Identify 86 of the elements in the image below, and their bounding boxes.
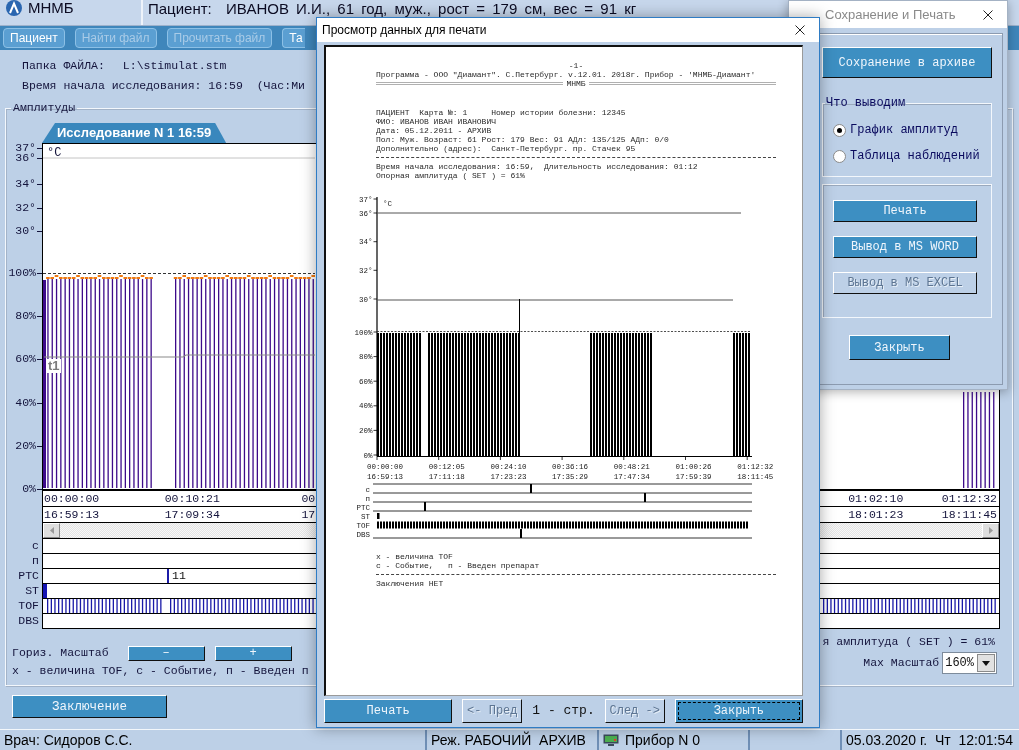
- elapsed-time-label: 00: [301, 492, 316, 506]
- radio-option[interactable]: Таблица наблюдений: [833, 146, 991, 166]
- y-axis-label: 60%: [15, 354, 36, 364]
- page-counter: 1 - стр.: [532, 703, 595, 719]
- y-axis-label: 36°: [15, 153, 36, 163]
- event-mark: [167, 569, 169, 583]
- elapsed-time-label: 01:02:10: [848, 492, 904, 506]
- marker-label: t1: [47, 359, 61, 373]
- clock-time-label: 18:11:45: [941, 508, 997, 522]
- row-label: TOF: [18, 598, 39, 614]
- y-axis-label: 32°: [15, 203, 36, 213]
- patient-info-line: Дата: 05.12.2011 - АРХИВ: [376, 126, 493, 135]
- legend-text: х - величина TOF, с - Событие, п - Введен п: [12, 663, 309, 678]
- elapsed-time-label: 01:12:32: [941, 492, 997, 506]
- start-time-text: Время начала исследования: 16:59 (Час:Ми: [22, 78, 305, 94]
- y-axis-label: 20%: [15, 441, 36, 451]
- scroll-left-button[interactable]: [43, 523, 60, 538]
- patient-info-line: ФИО: ИВАНОВ ИВАН ИВАНОВИЧ: [376, 117, 498, 126]
- page-number: -1-: [567, 61, 585, 70]
- footer-button[interactable]: Закрыть: [674, 699, 803, 723]
- conclusion-text: Заключения НЕТ: [376, 579, 445, 588]
- caret-left-icon: [49, 527, 54, 534]
- status-text: 05.03.2020 г. Чт 12:01:54: [846, 731, 1014, 749]
- conclusion-button[interactable]: Заключение: [12, 695, 167, 718]
- patient-info-line: Пол: Муж. Возраст: 61 Рост: 179 Вес: 91 АДл: 135/125 АДп: 0/0: [376, 135, 670, 144]
- row-label: п: [32, 553, 39, 569]
- footer-button[interactable]: Печать: [324, 699, 453, 723]
- unit-label: °C: [47, 146, 62, 160]
- program-info-line: Программа - ООО "Диамант". С.Петербург. v.12.01. 2018г. Прибор - 'МНМБ-Диамант': [376, 70, 757, 79]
- status-text: Прибор N 0: [625, 731, 700, 749]
- max-scale-select[interactable]: 160%: [942, 652, 997, 674]
- group-title: Что выводим: [825, 96, 907, 110]
- app-name: МНМБ: [28, 0, 74, 16]
- y-axis-label: 0%: [22, 484, 36, 494]
- panel-title: Амплитуды: [12, 101, 77, 115]
- y-axis-label: 40%: [15, 398, 36, 408]
- clock-time-label: 16:59:13: [44, 508, 100, 522]
- banner-text: МНМБ: [566, 79, 586, 88]
- patient-info-line: ПАЦИЕНТ Карта №: 1 Номер истории болезни: 12345: [376, 108, 627, 117]
- toolbar-button[interactable]: Пациент: [3, 28, 65, 48]
- action-button[interactable]: Вывод в MS WORD: [833, 236, 977, 258]
- study-info-line: Время начала исследования: 16:59, Длительность исследования: 01:12: [376, 162, 699, 171]
- close-icon: [795, 25, 805, 35]
- window-title: Просмотр данных для печати: [322, 22, 487, 38]
- folder-path: L:\stimulat.stm: [122, 58, 227, 74]
- y-axis-label: 30°: [15, 226, 36, 236]
- y-axis-label: 100%: [8, 268, 36, 278]
- toolbar-button[interactable]: Та: [282, 28, 305, 48]
- max-scale-label: Max Масштаб: [863, 656, 940, 670]
- window-title: Сохранение и Печать: [825, 6, 956, 23]
- patient-info-line: Дополнительно (адрес): Санкт-Петербург. пр. Стачек 95: [376, 144, 637, 153]
- radio-option[interactable]: График амплитуд: [833, 120, 991, 140]
- status-text: Реж. РАБОЧИЙ АРХИВ: [431, 731, 586, 749]
- action-button[interactable]: Печать: [833, 200, 977, 222]
- status-text: Врач: Сидоров С.С.: [4, 731, 133, 749]
- archive-button[interactable]: Сохранение в архиве: [822, 47, 992, 78]
- elapsed-time-label: 00:10:21: [164, 492, 220, 506]
- legend-line: х - величина TOF: [376, 552, 454, 561]
- scroll-right-button[interactable]: [982, 523, 999, 538]
- clock-time-label: 17: [301, 508, 316, 522]
- clock-time-label: 18:01:23: [848, 508, 904, 522]
- folder-label: Папка ФАЙЛА:: [22, 58, 105, 74]
- close-dialog-button[interactable]: Закрыть: [849, 335, 950, 360]
- scale-label: Гориз. Масштаб: [12, 646, 109, 660]
- study-info-line: Опорная амплитуда ( SET ) = 61%: [376, 171, 526, 180]
- elapsed-time-label: 00:00:00: [44, 492, 100, 506]
- logo-icon: [6, 0, 22, 16]
- scale-button[interactable]: –: [127, 645, 205, 661]
- row-label: ST: [25, 583, 39, 599]
- study-tab[interactable]: Исследование N 1 16:59: [42, 123, 227, 143]
- caret-right-icon: [988, 527, 993, 534]
- y-axis-label: 80%: [15, 311, 36, 321]
- count-value: 11: [172, 569, 186, 583]
- row-label: с: [32, 538, 39, 554]
- scale-button[interactable]: +: [214, 645, 292, 661]
- y-axis-label: 37°: [15, 143, 36, 153]
- legend-line: с - Событие, п - Введен препарат: [376, 561, 541, 570]
- stimulus-mark: [43, 584, 47, 598]
- patient-summary: Пациент: ИВАНОВ И.И., 61 год, муж., рост = 179 см, вес = 91 кг: [148, 1, 637, 17]
- row-label: PTC: [18, 568, 39, 584]
- clock-time-label: 17:09:34: [164, 508, 220, 522]
- row-label: DBS: [18, 613, 39, 629]
- set-amplitude-text: я амплитуда ( SET ) = 61%: [822, 634, 996, 649]
- y-axis-label: 34°: [15, 179, 36, 189]
- monitor-icon: [603, 734, 619, 746]
- close-icon: [983, 9, 993, 20]
